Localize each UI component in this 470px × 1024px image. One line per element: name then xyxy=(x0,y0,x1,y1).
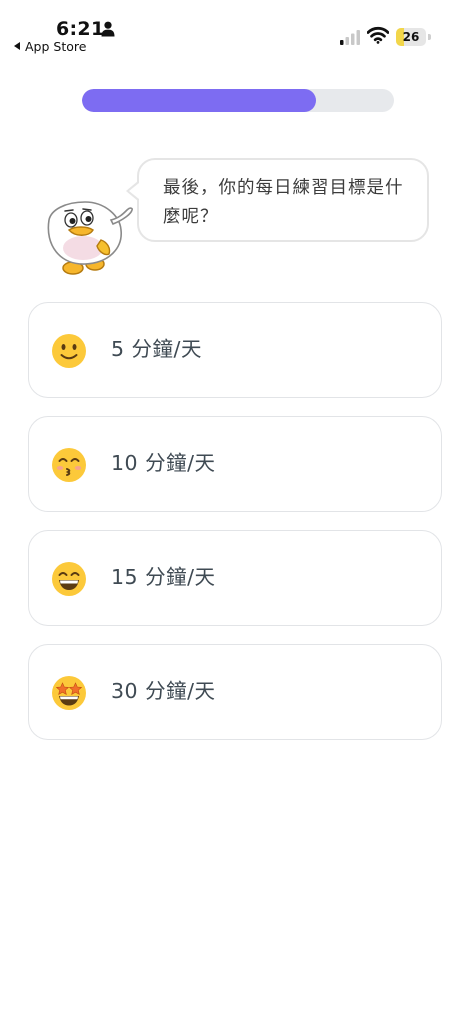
option-label: 15 分鐘/天 xyxy=(111,565,216,589)
back-link-label: App Store xyxy=(25,39,87,54)
question-prompt: 最後，你的每日練習目標是什麼呢？ xyxy=(163,178,404,227)
back-arrow-icon xyxy=(14,42,20,50)
option-10-minutes[interactable]: 10 分鐘/天 xyxy=(28,416,442,512)
status-time: 6:21 xyxy=(56,18,105,40)
status-bar: 6:21 App Store 26 xyxy=(0,0,470,60)
cellular-signal-icon xyxy=(340,30,360,45)
option-5-minutes[interactable]: 5 分鐘/天 xyxy=(28,302,442,398)
option-30-minutes[interactable]: 30 分鐘/天 xyxy=(28,644,442,740)
star-struck-face-icon xyxy=(52,676,86,710)
grinning-face-icon xyxy=(52,562,86,596)
option-label: 30 分鐘/天 xyxy=(111,679,216,703)
battery-level-text: 26 xyxy=(402,30,420,44)
back-to-app-store-link[interactable]: App Store xyxy=(14,39,86,54)
person-icon xyxy=(101,21,115,37)
battery-icon: 26 xyxy=(396,28,432,46)
slightly-smiling-face-icon xyxy=(52,334,86,368)
lesson-progress-bar xyxy=(82,89,394,112)
progress-fill xyxy=(82,89,316,112)
speech-bubble: 最後，你的每日練習目標是什麼呢？ xyxy=(137,158,429,242)
option-label: 5 分鐘/天 xyxy=(111,337,202,361)
kissing-face-icon xyxy=(52,448,86,482)
wifi-icon xyxy=(367,26,389,44)
duck-mascot-icon xyxy=(47,201,133,275)
option-label: 10 分鐘/天 xyxy=(111,451,216,475)
option-15-minutes[interactable]: 15 分鐘/天 xyxy=(28,530,442,626)
